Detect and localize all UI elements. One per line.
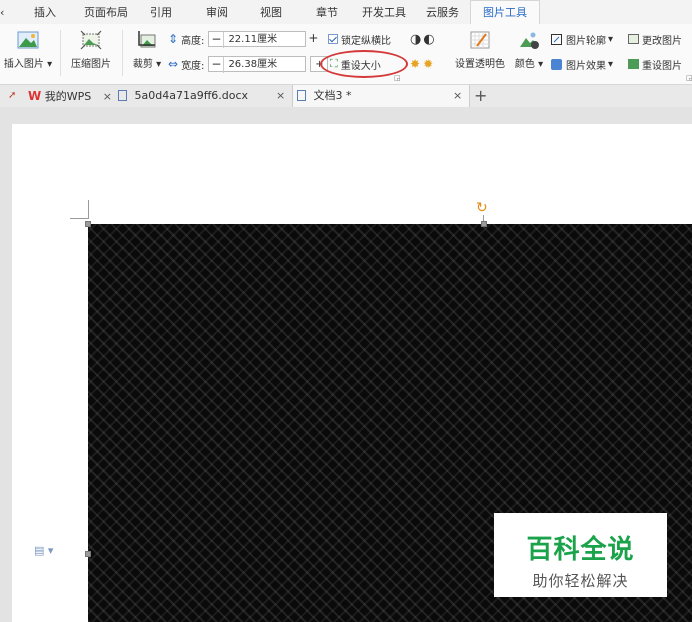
- set-transparent-icon: [470, 31, 490, 49]
- resize-handle-middle-left[interactable]: [85, 551, 91, 557]
- width-stepper[interactable]: − 26.38厘米: [208, 56, 307, 73]
- menu-tab-cloud[interactable]: 云服务: [426, 0, 459, 24]
- color-button[interactable]: 颜色 ▾: [512, 30, 546, 70]
- crop-button[interactable]: 裁剪 ▾: [128, 30, 166, 70]
- reset-picture-button[interactable]: 重设图片: [628, 55, 682, 73]
- tab-my-wps[interactable]: W 我的WPS ×: [28, 85, 112, 107]
- color-label: 颜色: [514, 59, 535, 70]
- width-input[interactable]: 26.38厘米: [224, 57, 305, 71]
- picture-effect-button[interactable]: 图片效果 ▾: [551, 55, 613, 73]
- height-row: ⇕ 高度: − 22.11厘米 +: [168, 30, 320, 48]
- menu-tab-review[interactable]: 审阅: [206, 0, 228, 24]
- chevron-down-icon: ▾: [538, 59, 544, 70]
- tab-document-3-label: 文档3 *: [313, 89, 352, 102]
- reset-size-icon: ⛶: [330, 57, 338, 70]
- set-transparent-button[interactable]: 设置透明色: [452, 30, 508, 70]
- document-icon: [118, 90, 127, 101]
- chevron-down-icon: ▾: [608, 58, 614, 70]
- compress-picture-label: 压缩图片: [71, 59, 111, 70]
- menu-tab-developer[interactable]: 开发工具: [362, 0, 406, 24]
- close-icon[interactable]: ×: [103, 90, 112, 103]
- menu-tab-view[interactable]: 视图: [260, 0, 282, 24]
- height-stepper[interactable]: − 22.11厘米: [208, 31, 307, 48]
- picture-outline-icon: [551, 33, 562, 45]
- brightness-buttons: ✸ ✹: [410, 55, 433, 73]
- document-tab-bar: ➚ W 我的WPS × 5a0d4a71a9ff6.docx × 文档3 * ×…: [0, 85, 692, 108]
- menu-bar: ‹ 插入 页面布局 引用 审阅 视图 章节 开发工具 云服务 图片工具: [0, 0, 692, 24]
- brightness-increase-icon[interactable]: ✸: [410, 57, 420, 71]
- height-icon: ⇕: [168, 32, 179, 46]
- width-label: 宽度:: [181, 60, 205, 72]
- margin-corner-mark: [70, 200, 89, 219]
- new-tab-button[interactable]: +: [474, 85, 487, 107]
- ribbon: 插入图片 ▾ 压缩图片 裁剪 ▾ ⇕ 高度: − 22.11厘米 + ⇔ 宽度:: [0, 24, 692, 85]
- insert-picture-label: 插入图片: [3, 59, 44, 70]
- insert-picture-icon: [17, 31, 39, 49]
- lock-aspect-label: 锁定纵横比: [341, 35, 391, 47]
- compress-picture-icon: [80, 30, 102, 50]
- ribbon-divider: [122, 30, 123, 76]
- width-decrease-button[interactable]: −: [209, 57, 225, 73]
- menu-tab-insert[interactable]: 插入: [34, 0, 56, 24]
- tab-document-3[interactable]: 文档3 * ×: [292, 85, 470, 107]
- ribbon-divider: [60, 30, 61, 76]
- height-label: 高度:: [181, 35, 205, 47]
- picture-outline-button[interactable]: 图片轮廓 ▾: [551, 30, 613, 48]
- reset-picture-icon: [628, 59, 639, 69]
- contrast-increase-icon[interactable]: ◑: [410, 32, 421, 47]
- close-icon[interactable]: ×: [276, 85, 285, 107]
- menu-tab-picture-tools[interactable]: 图片工具: [470, 0, 540, 24]
- reset-size-label: 重设大小: [340, 60, 381, 72]
- change-picture-icon: [628, 34, 639, 44]
- picture-effect-icon: [551, 58, 562, 70]
- lock-aspect-checkbox[interactable]: 锁定纵横比: [328, 30, 391, 48]
- resize-handle-top-middle[interactable]: [481, 221, 487, 227]
- height-decrease-button[interactable]: −: [209, 32, 225, 48]
- tab-document-docx-label: 5a0d4a71a9ff6.docx: [134, 89, 249, 102]
- color-icon: [520, 32, 539, 49]
- rotate-handle-icon[interactable]: ↻: [476, 201, 488, 215]
- picture-effect-label: 图片效果: [566, 60, 606, 72]
- tab-document-docx[interactable]: 5a0d4a71a9ff6.docx ×: [118, 85, 285, 107]
- resize-handle-top-left[interactable]: [85, 221, 91, 227]
- close-icon[interactable]: ×: [453, 85, 462, 107]
- pin-icon[interactable]: ➚: [8, 85, 16, 107]
- menu-tab-page-layout[interactable]: 页面布局: [84, 0, 128, 24]
- reset-picture-label: 重设图片: [642, 60, 682, 72]
- menu-tab-partial[interactable]: ‹: [0, 0, 4, 24]
- watermark: 百科全说 助你轻松解决: [494, 513, 667, 597]
- height-input[interactable]: 22.11厘米: [224, 32, 305, 46]
- reset-size-button[interactable]: ⛶ 重设大小: [330, 55, 381, 73]
- contrast-decrease-icon[interactable]: ◐: [423, 32, 434, 47]
- layout-options-icon[interactable]: ▤ ▾: [34, 544, 53, 557]
- picture-outline-label: 图片轮廓: [566, 35, 606, 47]
- dialog-launcher-icon[interactable]: ◲: [394, 74, 401, 82]
- menu-tab-references[interactable]: 引用: [150, 0, 172, 24]
- chevron-down-icon: ▾: [608, 33, 614, 45]
- insert-picture-button[interactable]: 插入图片 ▾: [2, 30, 54, 70]
- document-icon: [297, 90, 306, 101]
- height-increase-button[interactable]: +: [306, 31, 320, 47]
- width-icon: ⇔: [168, 57, 179, 71]
- width-row: ⇔ 宽度: − 26.38厘米 +: [168, 55, 329, 73]
- change-picture-button[interactable]: 更改图片: [628, 30, 682, 48]
- wps-logo-icon: W: [28, 89, 42, 103]
- change-picture-label: 更改图片: [642, 35, 682, 47]
- brightness-decrease-icon[interactable]: ✹: [423, 57, 433, 71]
- chevron-down-icon: ▾: [47, 59, 53, 70]
- dialog-launcher-icon[interactable]: ◲: [686, 74, 692, 82]
- chevron-down-icon: ▾: [156, 59, 162, 70]
- contrast-buttons: ◑ ◐: [410, 30, 435, 48]
- crop-icon: [138, 31, 156, 48]
- compress-picture-button[interactable]: 压缩图片: [66, 30, 116, 70]
- menu-tab-chapter[interactable]: 章节: [316, 0, 338, 24]
- watermark-title: 百科全说: [526, 535, 635, 565]
- tab-my-wps-label: 我的WPS: [44, 90, 92, 103]
- set-transparent-label: 设置透明色: [455, 59, 505, 70]
- checkbox-checked-icon: [328, 34, 338, 44]
- watermark-subtitle: 助你轻松解决: [532, 572, 629, 590]
- crop-label: 裁剪: [132, 59, 153, 70]
